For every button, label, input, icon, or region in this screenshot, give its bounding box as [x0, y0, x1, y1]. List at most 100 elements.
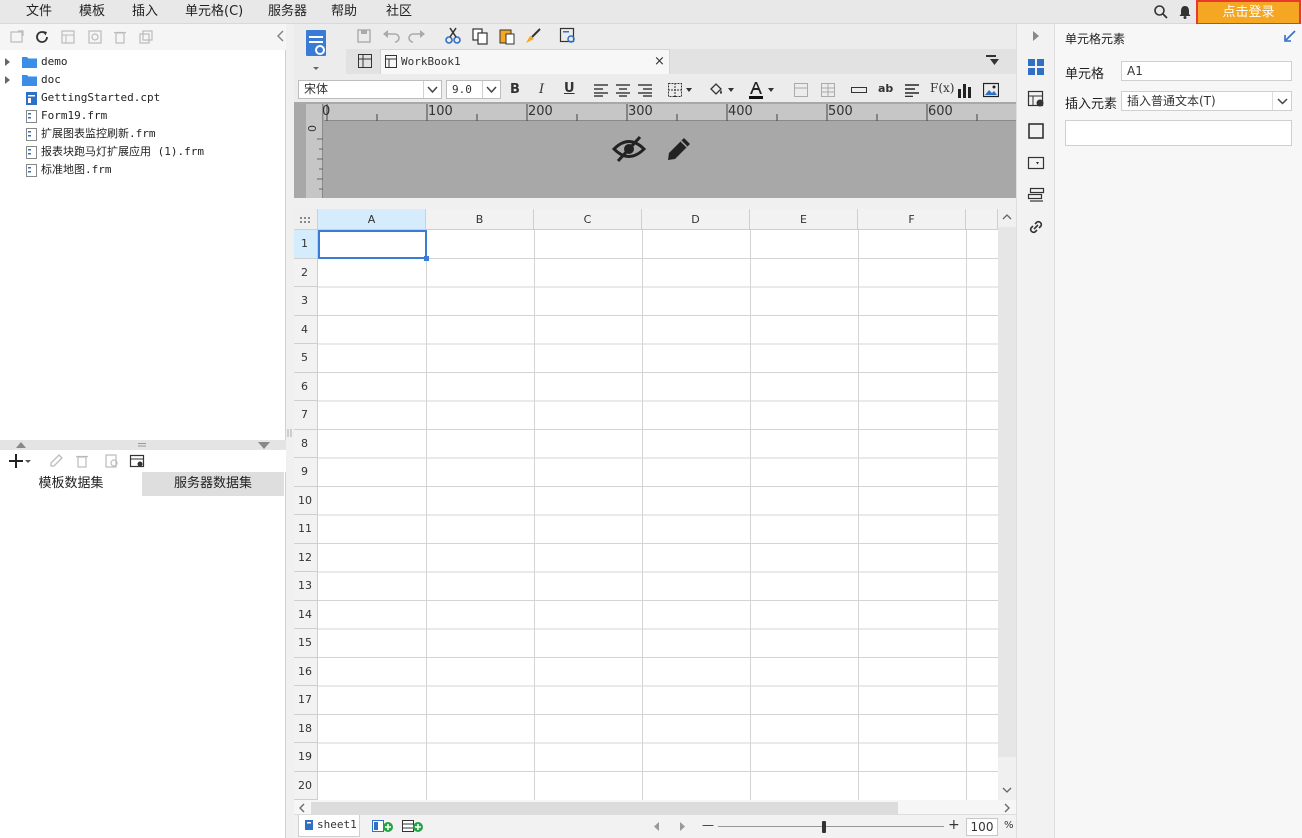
- cell-grid[interactable]: [318, 230, 998, 800]
- row-header[interactable]: 5: [294, 344, 318, 373]
- tab-template-dataset[interactable]: 模板数据集: [0, 472, 142, 496]
- select-all-corner[interactable]: [294, 209, 318, 230]
- menu-server[interactable]: 服务器: [268, 0, 307, 24]
- new-folder-icon[interactable]: [9, 29, 25, 45]
- insert-chart-icon[interactable]: [957, 82, 973, 98]
- edit-pencil-icon[interactable]: [664, 134, 694, 164]
- row-header[interactable]: 9: [294, 458, 318, 487]
- scroll-right-icon[interactable]: [1004, 803, 1011, 813]
- column-header[interactable]: B: [426, 209, 534, 230]
- unmerge-cells-icon[interactable]: [821, 83, 835, 97]
- row-header[interactable]: 14: [294, 600, 318, 629]
- row-header[interactable]: 16: [294, 657, 318, 686]
- row-header[interactable]: 1: [294, 230, 318, 259]
- fill-handle[interactable]: [424, 256, 429, 261]
- grid-view-icon[interactable]: [358, 54, 372, 68]
- arrow-up-icon[interactable]: [16, 442, 26, 448]
- cell-element-icon[interactable]: [1027, 58, 1045, 76]
- collapse-right-icon[interactable]: [1033, 31, 1039, 41]
- row-header[interactable]: 4: [294, 315, 318, 344]
- preview-icon[interactable]: [559, 27, 577, 45]
- copy-icon[interactable]: [471, 27, 489, 45]
- font-family-select[interactable]: 宋体: [298, 80, 442, 99]
- row-header[interactable]: 18: [294, 714, 318, 743]
- scroll-down-icon[interactable]: [1002, 787, 1012, 794]
- row-header[interactable]: 10: [294, 486, 318, 515]
- column-header[interactable]: [966, 209, 998, 230]
- add-dashboard-sheet-icon[interactable]: [402, 819, 424, 833]
- format-painter-icon[interactable]: [524, 27, 542, 45]
- settings-icon[interactable]: [87, 29, 103, 45]
- panel-splitter[interactable]: [0, 440, 286, 450]
- vertical-scroll-thumb[interactable]: [998, 227, 1016, 757]
- column-header[interactable]: C: [534, 209, 642, 230]
- hyperlink-icon[interactable]: [1027, 218, 1045, 236]
- menu-community[interactable]: 社区: [386, 0, 412, 24]
- bold-button[interactable]: B: [510, 82, 520, 97]
- paste-icon[interactable]: [498, 27, 516, 45]
- row-header[interactable]: 6: [294, 372, 318, 401]
- add-report-sheet-icon[interactable]: [372, 819, 394, 833]
- cell-attribute-icon[interactable]: [1027, 90, 1045, 108]
- cut-icon[interactable]: [444, 27, 462, 45]
- save-icon[interactable]: [356, 28, 372, 44]
- arrow-down-icon[interactable]: [258, 442, 270, 449]
- bell-icon[interactable]: [1177, 4, 1193, 20]
- menu-insert[interactable]: 插入: [132, 0, 158, 24]
- search-icon[interactable]: [1153, 4, 1169, 20]
- prev-sheet-icon[interactable]: [654, 822, 660, 831]
- widget-icon[interactable]: [1027, 154, 1045, 172]
- row-header[interactable]: 15: [294, 629, 318, 658]
- sheet-tab-sheet1[interactable]: sheet1: [298, 815, 360, 837]
- refresh-icon[interactable]: [34, 29, 50, 45]
- column-header[interactable]: F: [858, 209, 966, 230]
- cell-name-input[interactable]: A1: [1121, 61, 1292, 81]
- redo-icon[interactable]: [408, 28, 426, 44]
- menu-file[interactable]: 文件: [26, 0, 52, 24]
- row-header[interactable]: 11: [294, 515, 318, 544]
- left-splitter[interactable]: [286, 24, 294, 838]
- row-header[interactable]: 8: [294, 429, 318, 458]
- menu-help[interactable]: 帮助: [331, 0, 357, 24]
- zoom-in-button[interactable]: +: [948, 817, 960, 833]
- align-left-icon[interactable]: [594, 83, 608, 97]
- font-color-icon[interactable]: [748, 81, 778, 99]
- expand-arrow-icon[interactable]: [5, 58, 10, 66]
- expand-arrow-icon[interactable]: [5, 76, 10, 84]
- style-frame-icon[interactable]: [1027, 122, 1045, 140]
- edit-icon[interactable]: [48, 453, 64, 469]
- zoom-slider-handle[interactable]: [822, 821, 826, 833]
- align-center-icon[interactable]: [616, 83, 630, 97]
- row-header[interactable]: 17: [294, 686, 318, 715]
- zoom-slider-track[interactable]: [718, 826, 944, 827]
- element-value-input[interactable]: [1065, 120, 1292, 146]
- dataset-config-icon[interactable]: [129, 453, 145, 469]
- collapse-left-icon[interactable]: [276, 30, 284, 42]
- copy-icon[interactable]: [138, 29, 154, 45]
- drag-handle-icon[interactable]: [287, 429, 292, 437]
- preview-icon[interactable]: [104, 453, 120, 469]
- zoom-out-button[interactable]: —: [702, 818, 714, 832]
- menu-cell[interactable]: 单元格(C): [185, 0, 243, 24]
- text-ab-button[interactable]: ab: [878, 82, 893, 95]
- formula-button[interactable]: F(x): [930, 81, 954, 95]
- close-tab-icon[interactable]: ×: [654, 50, 665, 74]
- hide-eye-icon[interactable]: [612, 134, 646, 164]
- align-right-icon[interactable]: [638, 83, 652, 97]
- fill-color-icon[interactable]: [708, 82, 738, 98]
- row-header[interactable]: 2: [294, 258, 318, 287]
- row-header[interactable]: 13: [294, 572, 318, 601]
- row-header[interactable]: 20: [294, 771, 318, 800]
- undo-icon[interactable]: [382, 28, 400, 44]
- scroll-left-icon[interactable]: [298, 803, 305, 813]
- condition-attribute-icon[interactable]: [1027, 186, 1045, 204]
- horizontal-scroll-thumb[interactable]: [311, 802, 898, 814]
- delete-icon[interactable]: [74, 453, 90, 469]
- border-icon[interactable]: [668, 83, 696, 97]
- template-icon[interactable]: [60, 29, 76, 45]
- next-sheet-icon[interactable]: [680, 822, 686, 831]
- insert-cell-icon[interactable]: [851, 85, 867, 95]
- tab-server-dataset[interactable]: 服务器数据集: [142, 472, 284, 496]
- font-size-select[interactable]: 9.0: [446, 80, 501, 99]
- merge-cells-icon[interactable]: [794, 83, 808, 97]
